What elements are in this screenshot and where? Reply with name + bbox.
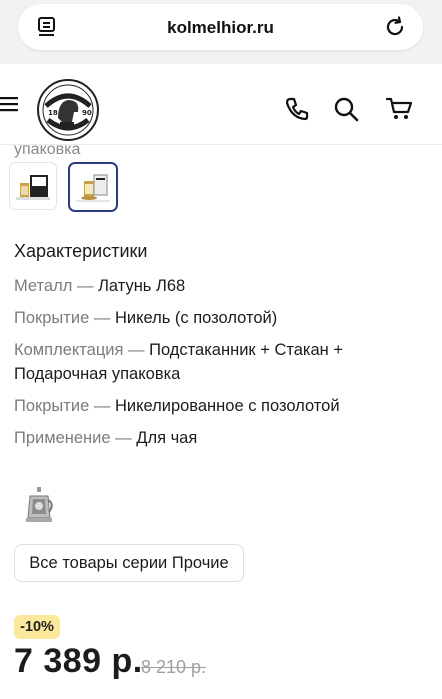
spec-row: Применение — Для чая	[14, 426, 434, 450]
spec-key: Покрытие	[14, 397, 90, 415]
spec-value: Для чая	[136, 429, 198, 447]
spec-key: Металл	[14, 277, 73, 295]
phone-icon[interactable]	[284, 96, 310, 122]
cart-icon[interactable]	[386, 96, 414, 122]
svg-text:90: 90	[82, 109, 92, 117]
url-text[interactable]: kolmelhior.ru	[18, 18, 423, 38]
browser-toolbar: kolmelhior.ru	[0, 0, 442, 64]
spec-value: Никель (с позолотой)	[114, 309, 278, 327]
spec-row: Покрытие — Никелированное с позолотой	[14, 394, 434, 418]
spec-separator: —	[93, 397, 111, 415]
spec-key: Комплектация	[14, 341, 124, 359]
site-logo[interactable]: 18 90	[36, 78, 100, 142]
old-price: 8 210 р.	[141, 657, 207, 677]
spec-row: Металл — Латунь Л68	[14, 274, 434, 298]
spec-separator: —	[115, 429, 132, 447]
gallery-thumbnail-selected[interactable]	[68, 162, 118, 212]
search-icon[interactable]	[333, 96, 359, 122]
menu-icon[interactable]	[0, 96, 20, 112]
spec-separator: —	[93, 309, 111, 327]
site-header: 18 90	[0, 64, 442, 145]
spec-separator: —	[128, 341, 145, 359]
spec-key: Покрытие	[14, 309, 90, 327]
gallery-caption: упаковка	[14, 141, 81, 158]
product-box-image	[16, 175, 50, 200]
reload-icon[interactable]	[383, 15, 407, 39]
spec-separator: —	[76, 277, 94, 295]
spec-value: Латунь Л68	[98, 277, 186, 295]
gallery-thumbnail[interactable]	[9, 162, 57, 210]
spec-row: Покрытие — Никель (с позолотой)	[14, 306, 434, 330]
spec-value: Никелированное с позолотой	[114, 397, 340, 415]
svg-text:18: 18	[48, 109, 58, 117]
spec-row: Комплектация — Подстаканник + Стакан + П…	[14, 338, 434, 386]
discount-badge: -10%	[14, 615, 60, 639]
address-bar[interactable]: kolmelhior.ru	[18, 4, 423, 50]
current-price: 7 389 р.	[14, 642, 143, 680]
spec-key: Применение	[14, 429, 111, 447]
characteristics-title: Характеристики	[14, 241, 148, 261]
series-product-icon[interactable]	[22, 486, 56, 526]
all-series-products-button[interactable]: Все товары серии Прочие	[14, 544, 244, 582]
product-set-image	[76, 174, 110, 202]
